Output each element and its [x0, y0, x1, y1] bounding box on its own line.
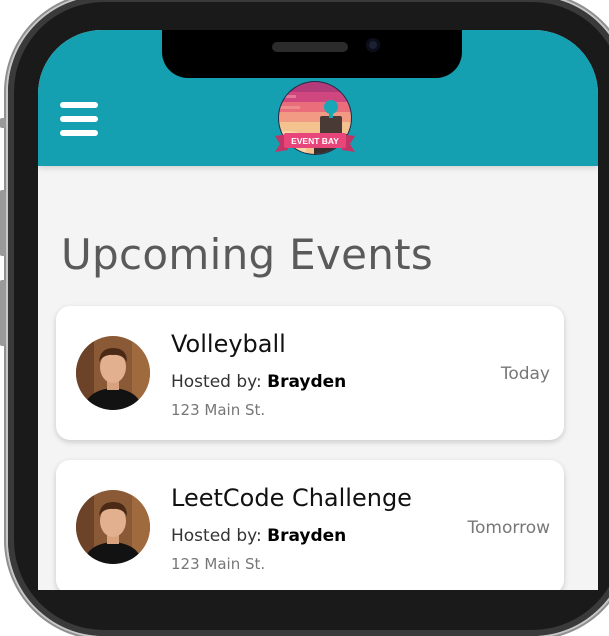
- speaker-grille: [272, 42, 348, 52]
- event-host: Hosted by: Brayden: [171, 372, 346, 392]
- host-label: Hosted by:: [171, 372, 268, 392]
- front-camera: [366, 38, 380, 52]
- event-host: Hosted by: Brayden: [171, 526, 346, 546]
- phone-notch: [162, 30, 462, 78]
- host-label: Hosted by:: [171, 526, 268, 546]
- host-name: Brayden: [267, 526, 347, 546]
- host-name: Brayden: [267, 372, 347, 392]
- event-address: 123 Main St.: [171, 401, 266, 419]
- page-title: Upcoming Events: [61, 230, 434, 279]
- event-date: Tomorrow: [467, 518, 550, 538]
- hamburger-menu-icon[interactable]: [60, 102, 98, 136]
- event-title: LeetCode Challenge: [171, 484, 412, 512]
- app-screen: EVENT BAY Upcoming Events Volleyball Hos…: [38, 30, 598, 590]
- logo-text: EVENT BAY: [291, 136, 339, 146]
- event-title: Volleyball: [171, 330, 286, 358]
- host-avatar: [76, 336, 150, 410]
- phone-volume-down-button: [0, 280, 6, 346]
- event-date: Today: [500, 364, 550, 384]
- event-card-leetcode-challenge[interactable]: LeetCode Challenge Hosted by: Brayden 12…: [56, 460, 564, 590]
- event-address: 123 Main St.: [171, 555, 266, 573]
- event-card-volleyball[interactable]: Volleyball Hosted by: Brayden 123 Main S…: [56, 306, 564, 440]
- phone-side-button: [0, 118, 6, 128]
- phone-volume-up-button: [0, 190, 6, 256]
- host-avatar: [76, 490, 150, 564]
- event-bay-logo[interactable]: EVENT BAY: [270, 78, 360, 168]
- app-header: EVENT BAY: [38, 30, 598, 166]
